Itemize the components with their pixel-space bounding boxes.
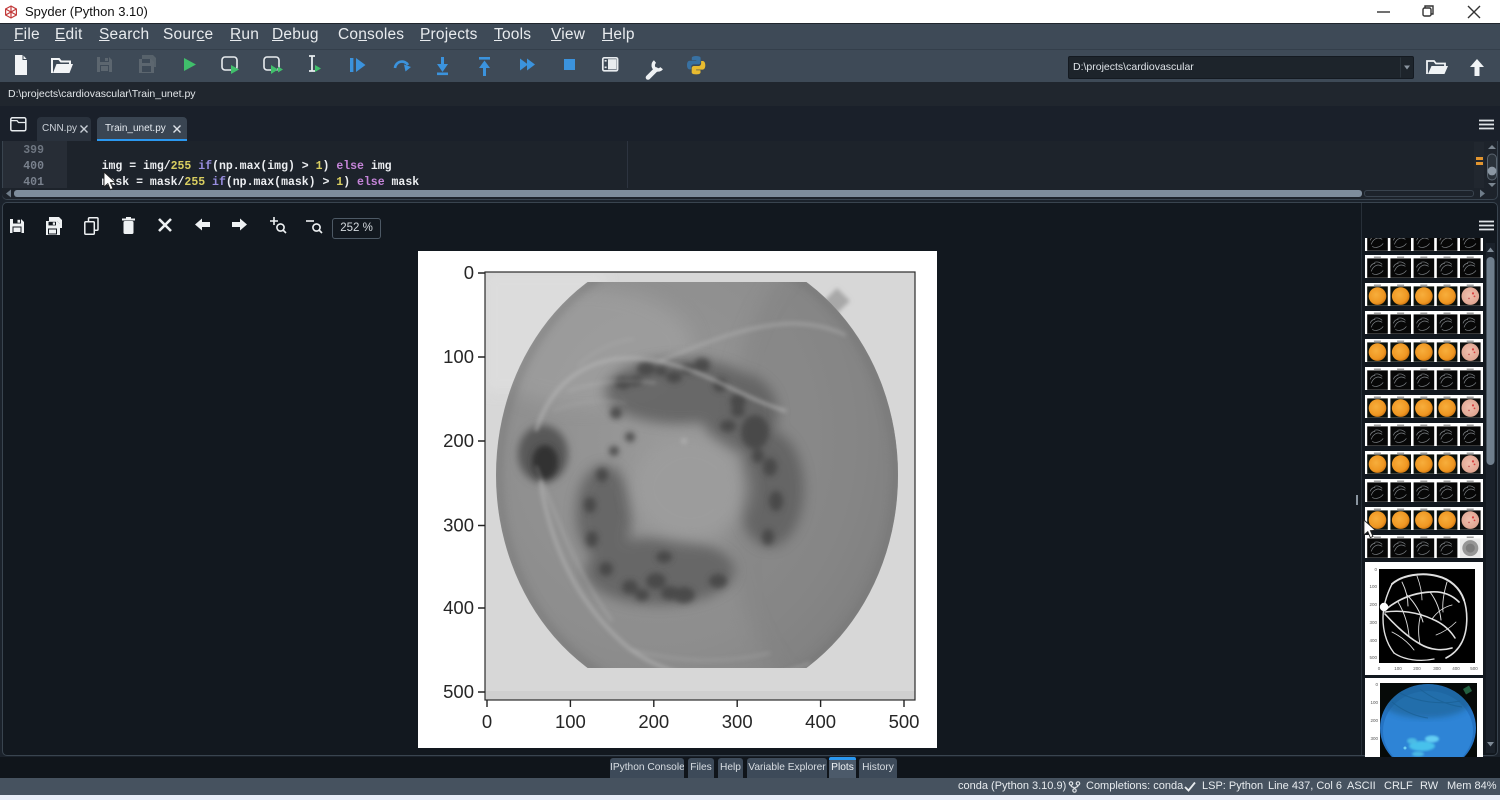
svg-text:200: 200 — [638, 711, 669, 732]
svg-text:500: 500 — [1470, 666, 1478, 671]
svg-text:500: 500 — [889, 711, 920, 732]
svg-text:500: 500 — [1369, 655, 1377, 660]
svg-text:300: 300 — [722, 711, 753, 732]
svg-text:200: 200 — [1413, 666, 1421, 671]
svg-text:100: 100 — [443, 346, 474, 367]
svg-text:0: 0 — [464, 262, 474, 283]
svg-text:200: 200 — [443, 430, 474, 451]
svg-text:400: 400 — [805, 711, 836, 732]
svg-text:400: 400 — [1369, 638, 1377, 643]
svg-text:200: 200 — [1369, 602, 1377, 607]
svg-text:100: 100 — [555, 711, 586, 732]
svg-text:100: 100 — [1370, 700, 1378, 705]
svg-text:100: 100 — [1369, 584, 1377, 589]
svg-text:300: 300 — [1370, 736, 1378, 741]
svg-text:300: 300 — [1369, 620, 1377, 625]
svg-text:100: 100 — [1394, 666, 1402, 671]
svg-text:200: 200 — [1370, 718, 1378, 723]
svg-text:400: 400 — [443, 597, 474, 618]
svg-text:500: 500 — [443, 681, 474, 702]
svg-text:0: 0 — [482, 711, 492, 732]
svg-text:300: 300 — [443, 515, 474, 536]
svg-text:300: 300 — [1433, 666, 1441, 671]
svg-text:400: 400 — [1452, 666, 1460, 671]
